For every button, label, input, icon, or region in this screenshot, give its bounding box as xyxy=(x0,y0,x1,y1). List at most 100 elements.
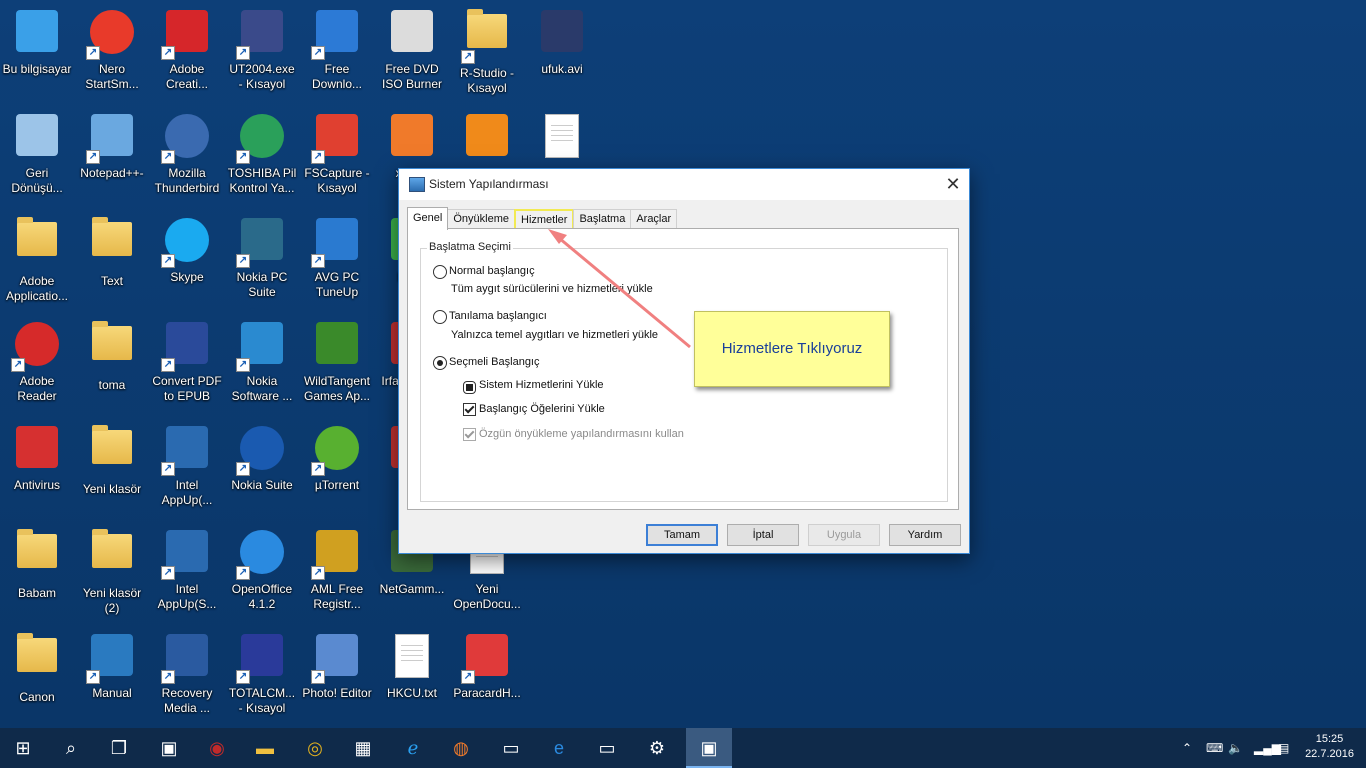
desktop-icon-label: Mozilla Thunderbird xyxy=(154,166,220,195)
desktop-icon[interactable]: ufuk.avi xyxy=(525,4,599,104)
desktop-icon[interactable]: Free DVD ISO Burner xyxy=(375,4,449,104)
desktop-icon[interactable]: ↗ OpenOffice 4.1.2 xyxy=(225,524,299,624)
desktop-icon[interactable]: ↗ Nokia PC Suite xyxy=(225,212,299,312)
desktop-icon[interactable]: HKCU.txt xyxy=(375,628,449,728)
desktop-icon[interactable]: ↗ Skype xyxy=(150,212,224,312)
taskbar-button[interactable]: ⌕ xyxy=(48,728,94,768)
desktop-icon[interactable]: Canon xyxy=(0,628,74,728)
taskbar-button[interactable]: ⚙ xyxy=(634,728,680,768)
close-icon[interactable]: ✕ xyxy=(937,169,969,200)
apply-button: Uygula xyxy=(808,524,880,546)
selective-startup-label[interactable]: Seçmeli Başlangıç xyxy=(449,356,540,368)
desktop-icon[interactable]: ↗ Nokia Software ... xyxy=(225,316,299,416)
wildtangent-icon xyxy=(313,322,361,370)
load-startup-items-label[interactable]: Başlangıç Öğelerini Yükle xyxy=(479,403,605,415)
desktop-icon[interactable]: WildTangent Games Ap... xyxy=(300,316,374,416)
desktop-icon[interactable]: Geri Dönüşü... xyxy=(0,108,74,208)
desktop-icon-label: FSCapture - Kısayol xyxy=(304,166,370,195)
desktop-icon[interactable]: ↗ TOTALCM... - Kısayol xyxy=(225,628,299,728)
text-file-icon xyxy=(388,634,436,682)
load-system-services-checkbox[interactable] xyxy=(463,381,476,394)
desktop-icon[interactable]: ↗ FSCapture - Kısayol xyxy=(300,108,374,208)
load-startup-items-checkbox[interactable] xyxy=(463,403,476,416)
desktop-icon[interactable]: ↗ Intel AppUp(... xyxy=(150,420,224,520)
taskbar-button[interactable]: ▣ xyxy=(146,728,192,768)
desktop-icon[interactable]: Babam xyxy=(0,524,74,624)
desktop-icon[interactable]: Bu bilgisayar xyxy=(0,4,74,104)
tab-baslatma[interactable]: Başlatma xyxy=(573,209,632,229)
desktop-icon[interactable]: Adobe Applicatio... xyxy=(0,212,74,312)
desktop-icon[interactable]: ↗ Adobe Reader xyxy=(0,316,74,416)
volume-icon[interactable]: 🔈 xyxy=(1228,728,1243,768)
desktop-icon[interactable]: ↗ AVG PC TuneUp xyxy=(300,212,374,312)
tab-genel[interactable]: Genel xyxy=(407,207,449,230)
dialog-titlebar[interactable]: Sistem Yapılandırması ✕ xyxy=(399,169,969,200)
desktop-icon[interactable]: Text xyxy=(75,212,149,312)
use-original-boot-checkbox xyxy=(463,428,476,441)
desktop-icon-label: Yeni klasör (2) xyxy=(82,586,142,615)
avg-icon: ↗ xyxy=(311,218,361,268)
clock-date: 22.7.2016 xyxy=(1305,748,1354,760)
desktop-icon[interactable]: ↗ Free Downlo... xyxy=(300,4,374,104)
start-icon: ⊞ xyxy=(15,738,31,758)
taskbar-button[interactable]: ◎ xyxy=(292,728,338,768)
diagnostic-startup-label[interactable]: Tanılama başlangıcı xyxy=(449,310,547,322)
diagnostic-startup-radio[interactable] xyxy=(433,310,447,324)
chevron-up-icon[interactable]: ⌃ xyxy=(1182,728,1192,768)
taskbar-button[interactable]: ▦ xyxy=(340,728,386,768)
desktop-icon[interactable]: ↗ UT2004.exe - Kısayol xyxy=(225,4,299,104)
load-system-services-label[interactable]: Sistem Hizmetlerini Yükle xyxy=(479,379,604,391)
taskbar-button[interactable]: ▭ xyxy=(488,728,534,768)
taskbar-button[interactable]: e xyxy=(536,728,582,768)
desktop-icon[interactable]: ↗ Nero StartSm... xyxy=(75,4,149,104)
desktop-icon[interactable]: ↗ R-Studio - Kısayol xyxy=(450,4,524,104)
desktop-icon-label: AVG PC TuneUp xyxy=(314,270,360,299)
normal-startup-label[interactable]: Normal başlangıç xyxy=(449,265,535,277)
desktop-icon[interactable]: ↗ TOSHIBA Pil Kontrol Ya... xyxy=(225,108,299,208)
tab-araclar[interactable]: Araçlar xyxy=(630,209,678,229)
desktop-icon[interactable]: ↗ Mozilla Thunderbird xyxy=(150,108,224,208)
selective-startup-radio[interactable] xyxy=(433,356,447,370)
desktop-icon[interactable]: ↗ AML Free Registr... xyxy=(300,524,374,624)
desktop-icon[interactable]: Antivirus xyxy=(0,420,74,520)
monitor-icon: ▭ xyxy=(598,738,616,758)
task-view-icon: ❐ xyxy=(110,738,128,758)
desktop-icon[interactable]: ↗ µTorrent xyxy=(300,420,374,520)
taskbar-button[interactable]: ▣ xyxy=(686,728,732,768)
desktop-icon[interactable]: ↗ Recovery Media ... xyxy=(150,628,224,728)
notifications-icon[interactable]: ▤ xyxy=(1278,728,1289,768)
desktop-icon[interactable]: ↗ Manual xyxy=(75,628,149,728)
normal-startup-radio[interactable] xyxy=(433,265,447,279)
folder-icon xyxy=(13,529,61,582)
desktop-icon[interactable]: ↗ Adobe Creati... xyxy=(150,4,224,104)
network-signal-icon[interactable]: ▂▄▆ xyxy=(1254,728,1281,768)
desktop-icon[interactable]: Yeni klasör xyxy=(75,420,149,520)
desktop-icon[interactable]: ↗ Notepad++- xyxy=(75,108,149,208)
desktop-icon[interactable]: ↗ Photo! Editor xyxy=(300,628,374,728)
taskbar-button[interactable]: ◉ xyxy=(194,728,240,768)
taskbar-button[interactable]: ⊞ xyxy=(0,728,46,768)
taskbar-button[interactable]: ❐ xyxy=(96,728,142,768)
tab-onyukleme[interactable]: Önyükleme xyxy=(447,209,515,229)
taskbar-button[interactable]: ℯ xyxy=(390,728,436,768)
ok-button[interactable]: Tamam xyxy=(646,524,718,546)
desktop-icon[interactable]: ↗ ParacardH... xyxy=(450,628,524,728)
shortcut-arrow-icon: ↗ xyxy=(161,358,175,372)
group-title: Başlatma Seçimi xyxy=(427,241,513,253)
taskbar-button[interactable]: ◍ xyxy=(438,728,484,768)
shortcut-arrow-icon: ↗ xyxy=(11,358,25,372)
desktop-icon-label: Free Downlo... xyxy=(311,62,363,91)
notepad-icon: ↗ xyxy=(86,114,136,164)
desktop-icon[interactable]: ↗ Nokia Suite xyxy=(225,420,299,520)
desktop-icon[interactable]: ↗ Convert PDF to EPUB xyxy=(150,316,224,416)
desktop-icon[interactable]: toma xyxy=(75,316,149,416)
cancel-button[interactable]: İptal xyxy=(727,524,799,546)
desktop-icon[interactable]: Yeni klasör (2) xyxy=(75,524,149,624)
taskbar-button[interactable]: ▭ xyxy=(584,728,630,768)
clock[interactable]: 15:25 22.7.2016 xyxy=(1305,732,1354,762)
openoffice-icon: ↗ xyxy=(236,530,286,580)
taskbar-button[interactable]: ▬ xyxy=(242,728,288,768)
keyboard-icon[interactable]: ⌨ xyxy=(1206,728,1223,768)
desktop-icon[interactable]: ↗ Intel AppUp(S... xyxy=(150,524,224,624)
help-button[interactable]: Yardım xyxy=(889,524,961,546)
